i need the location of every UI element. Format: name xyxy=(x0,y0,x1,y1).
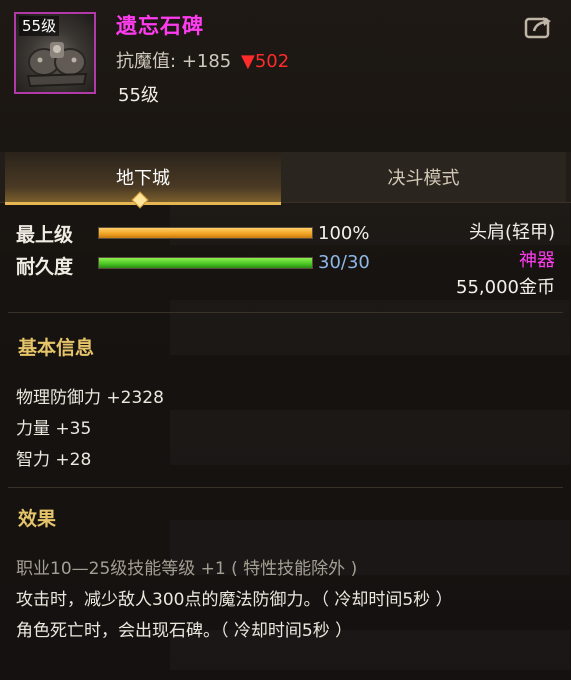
item-icon: 55级 xyxy=(14,12,96,94)
durability-label: 耐久度 xyxy=(16,256,74,278)
tab-pvp[interactable]: 决斗模式 xyxy=(281,152,566,202)
effects-title: 效果 xyxy=(18,508,57,530)
item-icon-level-badge: 55级 xyxy=(19,16,60,36)
basic-info-line: 物理防御力 +2328 xyxy=(16,388,164,408)
divider xyxy=(8,487,563,488)
basic-info-line: 力量 +35 xyxy=(16,419,92,439)
basic-info-title: 基本信息 xyxy=(18,337,95,359)
share-button[interactable] xyxy=(523,12,555,40)
basic-info-line: 智力 +28 xyxy=(16,450,92,470)
down-triangle-icon: ▼ xyxy=(241,51,255,72)
item-tooltip-panel: 55级 遗忘石碑 抗魔值: +185 ▼502 55级 地下城 决斗模式 最上级… xyxy=(0,0,571,680)
durability-bar xyxy=(98,257,313,269)
effect-line: 职业10—25级技能等级 +1 ( 特性技能除外 ) xyxy=(16,559,358,579)
effect-line: 角色死亡时，会出现石碑。（ 冷却时间5秒 ） xyxy=(16,621,353,641)
item-name: 遗忘石碑 xyxy=(116,14,204,38)
item-header: 55级 遗忘石碑 抗魔值: +185 ▼502 55级 xyxy=(0,0,571,150)
max-level-bar xyxy=(98,227,313,239)
resist-down-value: 502 xyxy=(254,51,290,72)
shoulder-armor-icon xyxy=(26,42,88,88)
max-level-bar-fill xyxy=(99,228,312,238)
rarity-label: 神器 xyxy=(519,250,555,271)
resist-stat: 抗魔值: +185 ▼502 xyxy=(116,47,289,73)
mode-tabs: 地下城 决斗模式 xyxy=(0,152,571,205)
share-icon xyxy=(524,17,551,39)
resist-label: 抗魔值: xyxy=(116,51,177,72)
price-label: 55,000金币 xyxy=(456,277,555,298)
item-level: 55级 xyxy=(118,85,159,106)
max-level-value: 100% xyxy=(318,223,370,244)
resist-down-indicator: ▼502 xyxy=(241,51,289,72)
divider xyxy=(8,312,563,313)
durability-bar-fill xyxy=(99,258,312,268)
effect-line: 攻击时，减少敌人300点的魔法防御力。（ 冷却时间5秒 ） xyxy=(16,590,453,610)
equip-slot: 头肩(轻甲) xyxy=(468,222,555,243)
durability-value: 30/30 xyxy=(318,252,370,273)
resist-value: +185 xyxy=(181,51,232,72)
max-level-label: 最上级 xyxy=(16,224,74,246)
